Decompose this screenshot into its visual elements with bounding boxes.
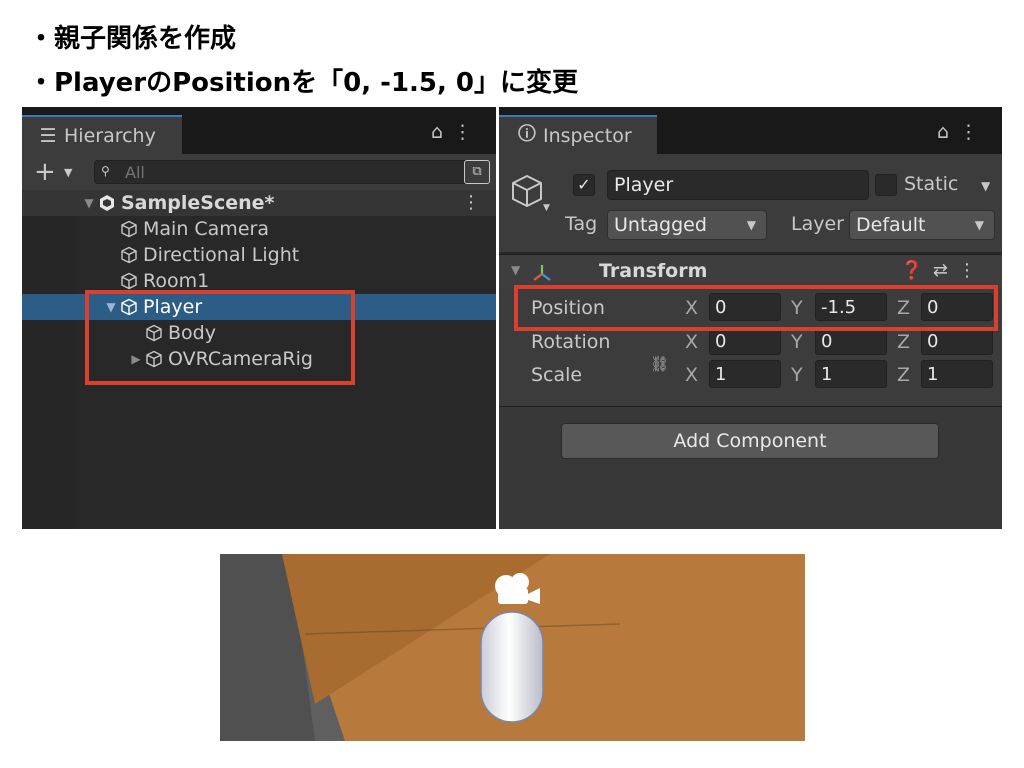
tab-inspector-label: Inspector — [543, 124, 632, 147]
hierarchy-tab-tools: ⌂⋮ — [431, 121, 482, 143]
tab-inspector[interactable]: 🛈 Inspector — [499, 115, 657, 154]
inspector-footer: Add Component — [499, 406, 1002, 529]
layer-value: Default — [856, 214, 926, 236]
gameobject-large-icon[interactable] — [509, 173, 545, 209]
tree-item-label: Main Camera — [143, 218, 269, 240]
info-icon: 🛈 — [517, 122, 537, 145]
icon-dropdown-caret[interactable]: ▼ — [543, 203, 550, 213]
scale-x-field[interactable] — [709, 360, 781, 388]
component-tools: ❓⇄⋮ — [900, 260, 986, 281]
tag-label: Tag — [565, 213, 598, 235]
gameobject-icon — [121, 272, 137, 290]
tree-item-directional-light[interactable]: Directional Light — [22, 242, 496, 268]
chevron-down-icon: ▼ — [746, 218, 756, 232]
more-icon[interactable]: ⋮ — [453, 121, 482, 143]
tag-value: Untagged — [614, 214, 707, 236]
list-icon: ☰ — [39, 124, 57, 147]
lock-icon[interactable]: ⌂ — [937, 121, 959, 143]
object-name-field[interactable] — [607, 170, 869, 200]
hierarchy-toolbar: + ▼ ⚲ ⧉ — [22, 154, 496, 190]
fold-arrow-icon[interactable]: ▼ — [511, 263, 520, 277]
axis-y-label[interactable]: Y — [791, 331, 803, 353]
scale-y-field[interactable] — [815, 360, 887, 388]
fold-arrow-icon[interactable]: ▼ — [80, 196, 98, 210]
chevron-down-icon[interactable]: ▼ — [64, 166, 72, 179]
tree-item-main-camera[interactable]: Main Camera — [22, 216, 496, 242]
scene-name: SampleScene* — [121, 192, 275, 214]
player-capsule[interactable] — [480, 611, 544, 723]
unity-logo-icon — [100, 195, 114, 211]
layer-dropdown[interactable]: Default ▼ — [849, 210, 995, 240]
axis-z-label[interactable]: Z — [897, 331, 910, 353]
active-checkbox[interactable]: ✓ — [573, 174, 595, 196]
more-icon[interactable]: ⋮ — [959, 121, 988, 143]
slide-bullet-2: ・PlayerのPositionを「0, -1.5, 0」に変更 — [28, 68, 579, 98]
hierarchy-search[interactable]: ⚲ ⧉ — [94, 160, 490, 184]
transform-axes-icon — [533, 265, 551, 281]
static-checkbox[interactable] — [875, 174, 897, 196]
position-highlight-box — [514, 285, 998, 331]
scene-preview-image — [220, 554, 805, 741]
static-label: Static — [904, 173, 959, 195]
gameobject-icon — [121, 246, 137, 264]
tab-hierarchy-label: Hierarchy — [64, 124, 156, 147]
rotation-x-field[interactable] — [709, 327, 781, 355]
axis-x-label[interactable]: X — [685, 331, 698, 353]
scene-menu-icon[interactable]: ⋮ — [462, 192, 480, 213]
add-object-button[interactable]: + — [34, 157, 56, 187]
scale-z-field[interactable] — [921, 360, 993, 388]
scene-row[interactable]: ▼ SampleScene* ⋮ — [22, 190, 496, 216]
transform-header[interactable]: ▼ Transform ❓⇄⋮ — [499, 254, 1002, 288]
search-input[interactable] — [125, 163, 465, 181]
chevron-down-icon: ▼ — [974, 218, 984, 232]
help-icon[interactable]: ❓ — [900, 260, 932, 281]
lock-icon[interactable]: ⌂ — [431, 121, 453, 143]
hierarchy-highlight-box — [85, 290, 355, 385]
preset-icon[interactable]: ⇄ — [933, 260, 958, 281]
slide-bullet-1: ・親子関係を作成 — [28, 24, 237, 54]
more-icon[interactable]: ⋮ — [958, 260, 986, 281]
component-title: Transform — [599, 260, 708, 282]
tab-hierarchy[interactable]: ☰ Hierarchy — [22, 115, 182, 154]
rotation-z-field[interactable] — [921, 327, 993, 355]
tag-dropdown[interactable]: Untagged ▼ — [607, 210, 767, 240]
constrain-proportions-icon[interactable]: ⛓ — [650, 355, 669, 373]
axis-z-label[interactable]: Z — [897, 364, 910, 386]
axis-x-label[interactable]: X — [685, 364, 698, 386]
inspector-tab-tools: ⌂⋮ — [937, 121, 988, 143]
layer-label: Layer — [791, 213, 844, 235]
tree-item-label: Directional Light — [143, 244, 300, 266]
rotation-label: Rotation — [531, 331, 611, 353]
inspector-tabbar: 🛈 Inspector ⌂⋮ — [499, 107, 1002, 154]
axis-y-label[interactable]: Y — [791, 364, 803, 386]
scene-item[interactable]: ▼ SampleScene* — [80, 190, 496, 216]
static-dropdown-icon[interactable]: ▼ — [981, 179, 990, 193]
add-component-button[interactable]: Add Component — [561, 423, 939, 459]
search-icon: ⚲ — [101, 164, 110, 178]
rotation-y-field[interactable] — [815, 327, 887, 355]
tree-item-label: Room1 — [143, 270, 210, 292]
scale-label: Scale — [531, 364, 583, 386]
hierarchy-tabbar: ☰ Hierarchy ⌂⋮ — [22, 107, 496, 154]
expand-icon[interactable]: ⧉ — [464, 160, 490, 184]
gameobject-icon — [121, 220, 137, 238]
